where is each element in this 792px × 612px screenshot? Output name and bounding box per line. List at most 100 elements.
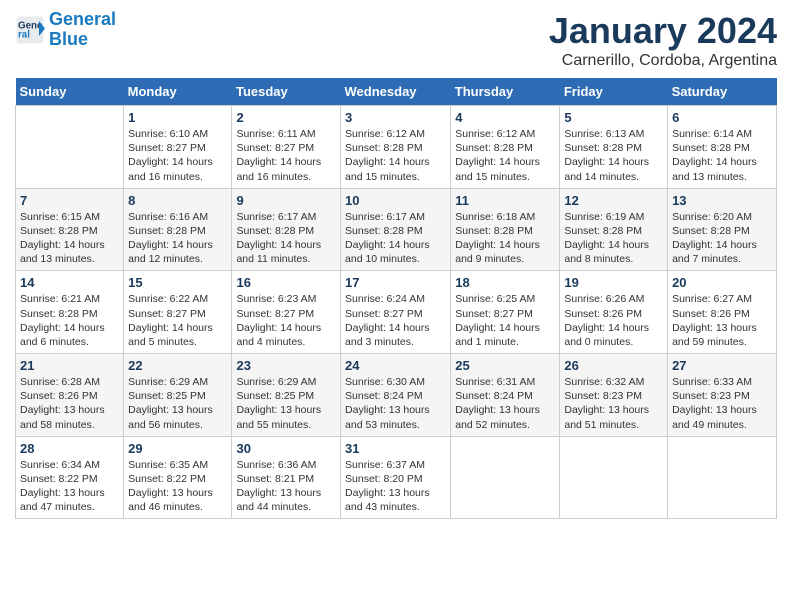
- calendar-cell: 24Sunrise: 6:30 AM Sunset: 8:24 PM Dayli…: [341, 354, 451, 437]
- day-number: 12: [564, 193, 663, 208]
- calendar-cell: 5 Sunrise: 6:13 AM Sunset: 8:28 PM Daylig…: [560, 106, 668, 189]
- day-info: Sunrise: 6:27 AM Sunset: 8:26 PM Dayligh…: [672, 292, 772, 349]
- calendar-cell: 20 Sunrise: 6:27 AM Sunset: 8:26 PM Dayli…: [668, 271, 777, 354]
- day-info: Sunrise: 6:13 AM Sunset: 8:28 PM Dayligh…: [564, 127, 663, 184]
- day-number: 2: [236, 110, 336, 125]
- day-number: 30: [236, 441, 336, 456]
- day-info: Sunrise: 6:11 AM Sunset: 8:27 PM Dayligh…: [236, 127, 336, 184]
- day-number: 17: [345, 275, 446, 290]
- day-info: Sunrise: 6:31 AM Sunset: 8:24 PM Dayligh…: [455, 375, 555, 432]
- day-number: 24: [345, 358, 446, 373]
- page-header: Gene ral General Blue January 2024 Carne…: [15, 10, 777, 70]
- day-info: Sunrise: 6:37 AM Sunset: 8:20 PM Dayligh…: [345, 458, 446, 515]
- day-info: Sunrise: 6:17 AM Sunset: 8:28 PM Dayligh…: [236, 210, 336, 267]
- weekday-header: Saturday: [668, 78, 777, 106]
- day-info: Sunrise: 6:28 AM Sunset: 8:26 PM Dayligh…: [20, 375, 119, 432]
- day-number: 16: [236, 275, 336, 290]
- day-number: 26: [564, 358, 663, 373]
- calendar-cell: 8 Sunrise: 6:16 AM Sunset: 8:28 PM Daylig…: [124, 188, 232, 271]
- day-number: 1: [128, 110, 227, 125]
- day-info: Sunrise: 6:21 AM Sunset: 8:28 PM Dayligh…: [20, 292, 119, 349]
- weekday-header: Tuesday: [232, 78, 341, 106]
- day-number: 15: [128, 275, 227, 290]
- calendar-cell: 17 Sunrise: 6:24 AM Sunset: 8:27 PM Dayli…: [341, 271, 451, 354]
- calendar-cell: 27Sunrise: 6:33 AM Sunset: 8:23 PM Dayli…: [668, 354, 777, 437]
- calendar-cell: 15 Sunrise: 6:22 AM Sunset: 8:27 PM Dayli…: [124, 271, 232, 354]
- day-number: 10: [345, 193, 446, 208]
- calendar-cell: 26 Sunrise: 6:32 AM Sunset: 8:23 PM Dayli…: [560, 354, 668, 437]
- day-info: Sunrise: 6:18 AM Sunset: 8:28 PM Dayligh…: [455, 210, 555, 267]
- calendar-cell: 22Sunrise: 6:29 AM Sunset: 8:25 PM Dayli…: [124, 354, 232, 437]
- day-info: Sunrise: 6:24 AM Sunset: 8:27 PM Dayligh…: [345, 292, 446, 349]
- weekday-header-row: SundayMondayTuesdayWednesdayThursdayFrid…: [16, 78, 777, 106]
- calendar-cell: 12 Sunrise: 6:19 AM Sunset: 8:28 PM Dayli…: [560, 188, 668, 271]
- calendar-cell: 29Sunrise: 6:35 AM Sunset: 8:22 PM Dayli…: [124, 436, 232, 519]
- calendar-cell: 3Sunrise: 6:12 AM Sunset: 8:28 PM Daylig…: [341, 106, 451, 189]
- day-info: Sunrise: 6:26 AM Sunset: 8:26 PM Dayligh…: [564, 292, 663, 349]
- day-number: 31: [345, 441, 446, 456]
- day-number: 20: [672, 275, 772, 290]
- day-info: Sunrise: 6:22 AM Sunset: 8:27 PM Dayligh…: [128, 292, 227, 349]
- logo-text: General Blue: [49, 10, 116, 50]
- calendar-cell: [560, 436, 668, 519]
- day-info: Sunrise: 6:12 AM Sunset: 8:28 PM Dayligh…: [345, 127, 446, 184]
- day-number: 13: [672, 193, 772, 208]
- weekday-header: Wednesday: [341, 78, 451, 106]
- day-number: 29: [128, 441, 227, 456]
- calendar-cell: 23 Sunrise: 6:29 AM Sunset: 8:25 PM Dayli…: [232, 354, 341, 437]
- calendar-cell: [451, 436, 560, 519]
- day-number: 14: [20, 275, 119, 290]
- logo-line1: General: [49, 9, 116, 29]
- logo-icon: Gene ral: [15, 15, 45, 45]
- calendar-week-row: 14 Sunrise: 6:21 AM Sunset: 8:28 PM Dayli…: [16, 271, 777, 354]
- day-info: Sunrise: 6:12 AM Sunset: 8:28 PM Dayligh…: [455, 127, 555, 184]
- logo: Gene ral General Blue: [15, 10, 116, 50]
- day-info: Sunrise: 6:29 AM Sunset: 8:25 PM Dayligh…: [128, 375, 227, 432]
- calendar-cell: 21 Sunrise: 6:28 AM Sunset: 8:26 PM Dayli…: [16, 354, 124, 437]
- day-number: 28: [20, 441, 119, 456]
- calendar-cell: 11 Sunrise: 6:18 AM Sunset: 8:28 PM Dayli…: [451, 188, 560, 271]
- day-number: 18: [455, 275, 555, 290]
- calendar-cell: 30 Sunrise: 6:36 AM Sunset: 8:21 PM Dayli…: [232, 436, 341, 519]
- weekday-header: Thursday: [451, 78, 560, 106]
- day-number: 11: [455, 193, 555, 208]
- day-info: Sunrise: 6:15 AM Sunset: 8:28 PM Dayligh…: [20, 210, 119, 267]
- day-info: Sunrise: 6:36 AM Sunset: 8:21 PM Dayligh…: [236, 458, 336, 515]
- day-number: 9: [236, 193, 336, 208]
- calendar-cell: 13Sunrise: 6:20 AM Sunset: 8:28 PM Dayli…: [668, 188, 777, 271]
- day-info: Sunrise: 6:23 AM Sunset: 8:27 PM Dayligh…: [236, 292, 336, 349]
- calendar-cell: 14 Sunrise: 6:21 AM Sunset: 8:28 PM Dayli…: [16, 271, 124, 354]
- day-number: 6: [672, 110, 772, 125]
- day-info: Sunrise: 6:17 AM Sunset: 8:28 PM Dayligh…: [345, 210, 446, 267]
- day-number: 25: [455, 358, 555, 373]
- day-number: 8: [128, 193, 227, 208]
- calendar-cell: [668, 436, 777, 519]
- day-number: 19: [564, 275, 663, 290]
- day-number: 5: [564, 110, 663, 125]
- weekday-header: Monday: [124, 78, 232, 106]
- day-info: Sunrise: 6:16 AM Sunset: 8:28 PM Dayligh…: [128, 210, 227, 267]
- day-info: Sunrise: 6:10 AM Sunset: 8:27 PM Dayligh…: [128, 127, 227, 184]
- calendar-cell: 9 Sunrise: 6:17 AM Sunset: 8:28 PM Daylig…: [232, 188, 341, 271]
- day-info: Sunrise: 6:34 AM Sunset: 8:22 PM Dayligh…: [20, 458, 119, 515]
- day-info: Sunrise: 6:19 AM Sunset: 8:28 PM Dayligh…: [564, 210, 663, 267]
- calendar-cell: 4 Sunrise: 6:12 AM Sunset: 8:28 PM Daylig…: [451, 106, 560, 189]
- calendar-cell: 7Sunrise: 6:15 AM Sunset: 8:28 PM Daylig…: [16, 188, 124, 271]
- day-info: Sunrise: 6:25 AM Sunset: 8:27 PM Dayligh…: [455, 292, 555, 349]
- day-number: 23: [236, 358, 336, 373]
- calendar-cell: 18 Sunrise: 6:25 AM Sunset: 8:27 PM Dayli…: [451, 271, 560, 354]
- calendar-cell: 31 Sunrise: 6:37 AM Sunset: 8:20 PM Dayli…: [341, 436, 451, 519]
- day-number: 4: [455, 110, 555, 125]
- logo-line2: Blue: [49, 29, 88, 49]
- day-info: Sunrise: 6:33 AM Sunset: 8:23 PM Dayligh…: [672, 375, 772, 432]
- day-number: 21: [20, 358, 119, 373]
- calendar-cell: [16, 106, 124, 189]
- calendar-cell: 16 Sunrise: 6:23 AM Sunset: 8:27 PM Dayli…: [232, 271, 341, 354]
- svg-text:ral: ral: [18, 29, 30, 40]
- weekday-header: Friday: [560, 78, 668, 106]
- calendar-week-row: 28 Sunrise: 6:34 AM Sunset: 8:22 PM Dayli…: [16, 436, 777, 519]
- day-info: Sunrise: 6:32 AM Sunset: 8:23 PM Dayligh…: [564, 375, 663, 432]
- day-info: Sunrise: 6:29 AM Sunset: 8:25 PM Dayligh…: [236, 375, 336, 432]
- calendar-cell: 25 Sunrise: 6:31 AM Sunset: 8:24 PM Dayli…: [451, 354, 560, 437]
- calendar-week-row: 21 Sunrise: 6:28 AM Sunset: 8:26 PM Dayli…: [16, 354, 777, 437]
